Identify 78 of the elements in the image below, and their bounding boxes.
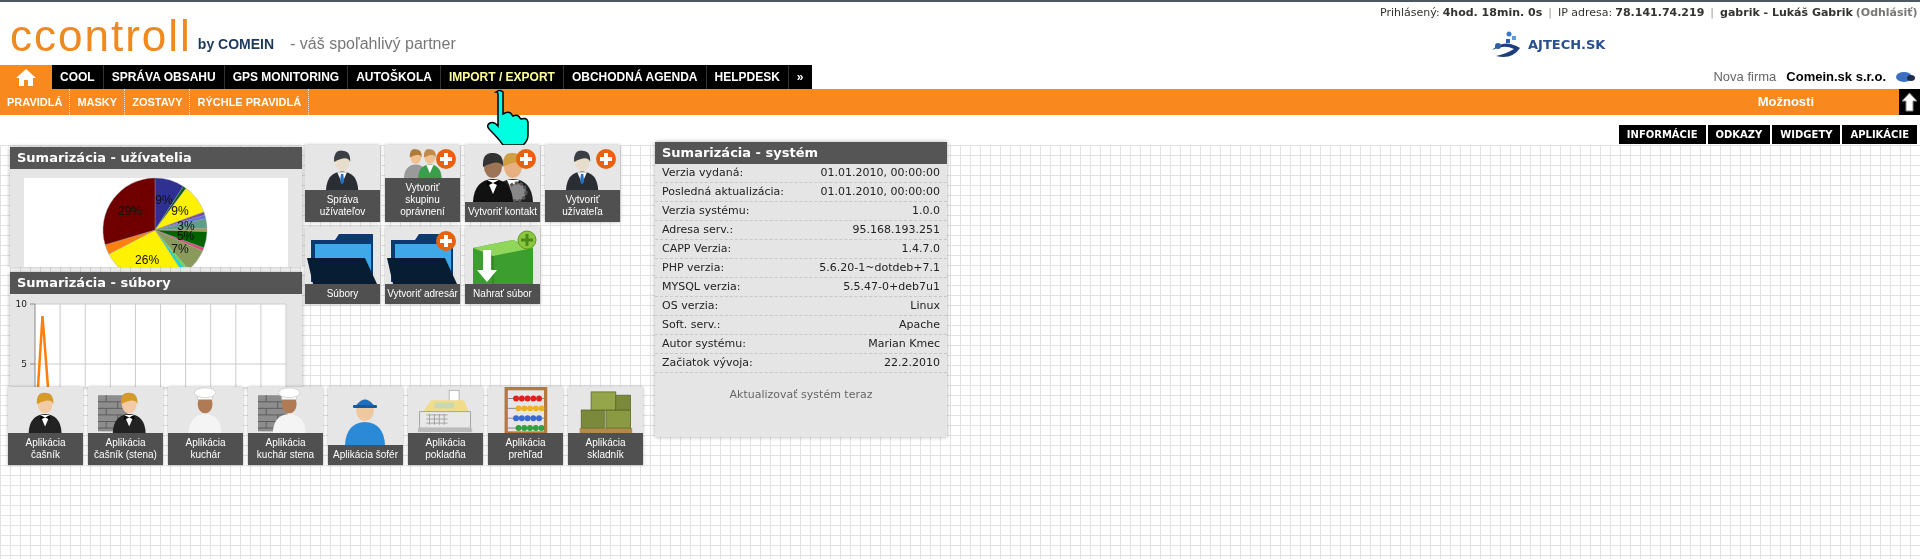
- tab[interactable]: APLIKÁCIE: [1842, 125, 1917, 144]
- row-value: 5.6.20-1~dotdeb+7.1: [819, 259, 940, 276]
- tile-button[interactable]: Vytvoriť kontakt: [465, 145, 540, 222]
- tile-button[interactable]: Vytvoriť skupinu oprávnení: [385, 145, 460, 222]
- tile-button[interactable]: Nahrať súbor: [465, 227, 540, 304]
- tab[interactable]: WIDGETY: [1772, 125, 1841, 144]
- row-value: 1.4.7.0: [901, 240, 940, 257]
- row-label: Verzia vydaná:: [662, 164, 744, 181]
- app-tile[interactable]: Aplikácia šofér: [328, 387, 403, 465]
- tab[interactable]: INFORMÁCIE: [1618, 125, 1706, 144]
- separator: |: [1548, 4, 1552, 21]
- tick-label: 10: [15, 299, 27, 309]
- tick-mark: [29, 363, 36, 365]
- add-badge-icon: [435, 230, 457, 252]
- data-label: 7%: [171, 241, 189, 256]
- row-value: 22.2.2010: [884, 354, 940, 371]
- tile-button[interactable]: Vytvoriť adresár: [385, 227, 460, 304]
- user-name: gabrik - Lukáš Gabrik: [1720, 4, 1853, 21]
- tile-button[interactable]: Správa užívateľov: [305, 145, 380, 222]
- session-value: 4hod. 18min. 0s: [1442, 4, 1543, 21]
- row-label: Posledná aktualizácia:: [662, 183, 785, 200]
- app-tile[interactable]: Aplikácia kuchár: [168, 387, 243, 465]
- tick-label: 5: [21, 359, 27, 369]
- home-icon: [15, 67, 37, 87]
- up-arrow-icon: [1901, 92, 1918, 112]
- app-tile[interactable]: Aplikácia čašník (stena): [88, 387, 163, 465]
- panel-title: Sumarizácia - súbory: [10, 272, 302, 294]
- tab[interactable]: ODKAZY: [1707, 125, 1771, 144]
- app-tile[interactable]: Aplikácia skladník: [568, 387, 643, 465]
- data-label: 3%: [177, 219, 195, 233]
- logout-link[interactable]: (Odhlásiť): [1855, 4, 1918, 22]
- tile-button[interactable]: Vytvoriť užívateľa: [545, 145, 620, 222]
- panel-title: Sumarizácia - systém: [655, 142, 947, 164]
- row-label: PHP verzia:: [662, 259, 725, 276]
- logo-byline: by COMEIN: [197, 35, 275, 54]
- row-label: Autor systému:: [662, 335, 746, 352]
- app-tile[interactable]: Aplikácia prehľad: [488, 387, 563, 465]
- tick-mark: [29, 303, 36, 305]
- row-value: Apache: [898, 316, 940, 333]
- session-label: IP adresa:: [1557, 4, 1613, 21]
- app-tile[interactable]: Aplikácia kuchár stena: [248, 387, 323, 465]
- add-badge-icon: [435, 148, 457, 170]
- row-label: Soft. serv.:: [662, 316, 721, 333]
- partner-logo-text: AJTECH.SK: [1528, 35, 1606, 54]
- add-badge-icon: [515, 148, 537, 170]
- tagline: - váš spoľahlivý partner: [290, 34, 456, 54]
- panel-title: Sumarizácia - užívatelia: [10, 147, 302, 169]
- tile-button[interactable]: Súbory: [305, 227, 380, 304]
- mouse-icon[interactable]: [1896, 71, 1916, 83]
- data-label: 9%: [171, 204, 189, 219]
- row-value: Linux: [910, 297, 940, 314]
- add-badge-icon: [595, 148, 617, 170]
- logo-wordmark: ccontroll: [10, 13, 192, 59]
- row-value: 01.01.2010, 00:00:00: [820, 164, 940, 181]
- app-tile[interactable]: Aplikácia pokladňa: [408, 387, 483, 465]
- row-label: CAPP Verzia:: [662, 240, 732, 257]
- options-title: Možnosti: [1757, 93, 1814, 112]
- row-label: Začiatok vývoja:: [662, 354, 753, 371]
- row-value: 01.01.2010, 00:00:00: [820, 183, 940, 200]
- company-name[interactable]: Comein.sk s.r.o.: [1786, 67, 1886, 87]
- company-label: Nova firma: [1713, 68, 1777, 87]
- row-value: 5.5.47-0+deb7u1: [843, 278, 940, 295]
- session-value: 78.141.74.219: [1615, 4, 1705, 21]
- data-label: 29%: [118, 204, 142, 219]
- row-value: 95.168.193.251: [852, 221, 940, 238]
- separator: |: [1710, 4, 1715, 21]
- app-tile[interactable]: Aplikácia čašník: [8, 387, 83, 465]
- row-value: 1.0.0: [912, 202, 940, 219]
- row-label: OS verzia:: [662, 297, 719, 314]
- row-label: MYSQL verzia:: [662, 278, 741, 295]
- session-label: Prihlásený:: [1380, 4, 1440, 21]
- row-value: Marian Kmec: [868, 335, 940, 352]
- update-link[interactable]: Aktualizovať systém teraz: [729, 387, 873, 404]
- scroll-up-button[interactable]: [1899, 89, 1920, 115]
- data-label: 9%: [155, 193, 173, 208]
- row-label: Verzia systému:: [662, 202, 750, 219]
- data-label: 26%: [135, 253, 160, 267]
- row-label: Adresa serv.:: [662, 221, 734, 238]
